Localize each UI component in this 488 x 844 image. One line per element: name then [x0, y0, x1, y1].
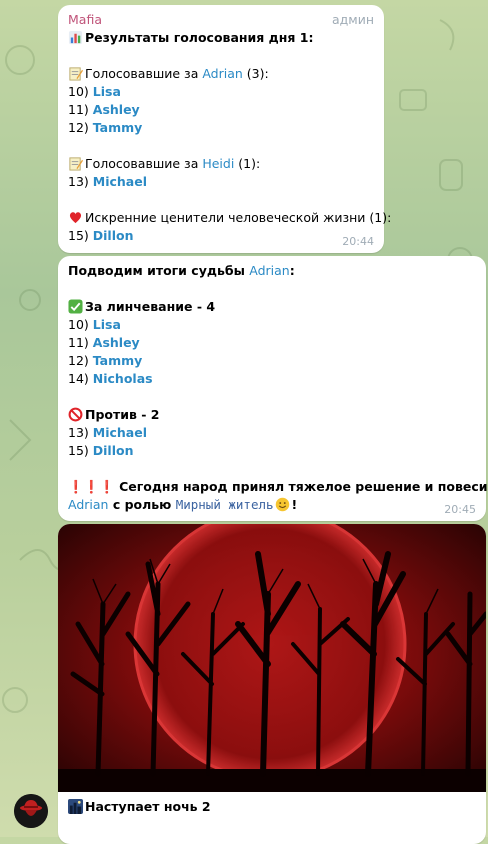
role-code: Мирный житель — [175, 497, 274, 512]
user-link-lisa[interactable]: Lisa — [93, 84, 121, 99]
user-link-heidi[interactable]: Heidi — [202, 156, 234, 171]
user-link-lisa[interactable]: Lisa — [93, 317, 121, 332]
user-link-ashley[interactable]: Ashley — [93, 102, 140, 117]
bar-chart-icon — [68, 30, 83, 45]
user-link-adrian[interactable]: Adrian — [68, 497, 108, 512]
voting-title: Результаты голосования дня 1: — [85, 30, 314, 45]
red-heart-icon — [69, 212, 82, 224]
message-time: 20:45 — [444, 503, 476, 516]
user-link-dillon[interactable]: Dillon — [93, 443, 134, 458]
smile-icon — [275, 497, 289, 512]
user-link-michael[interactable]: Michael — [93, 425, 147, 440]
memo-icon — [69, 67, 83, 81]
user-link-ashley[interactable]: Ashley — [93, 335, 140, 350]
check-mark-icon — [68, 299, 83, 314]
night-city-icon — [68, 799, 83, 814]
sender-name[interactable]: Mafia — [68, 12, 102, 27]
memo-icon — [69, 157, 83, 171]
user-link-tammy[interactable]: Tammy — [93, 353, 143, 368]
night-caption: Наступает ночь 2 — [85, 799, 211, 814]
user-link-dillon[interactable]: Dillon — [93, 228, 134, 243]
user-link-adrian[interactable]: Adrian — [249, 263, 289, 278]
avatar[interactable] — [14, 794, 48, 828]
message-bubble-verdict[interactable]: Подводим итоги судьбы Adrian: За линчева… — [58, 256, 488, 521]
message-bubble-night-image[interactable]: Наступает ночь 2 — [58, 524, 486, 844]
message-bubble-voting-results[interactable]: Mafia админ Результаты голосования дня 1… — [58, 5, 391, 253]
blood-moon-forest-image[interactable] — [58, 524, 486, 792]
exclamation-icon: ❗❗❗ — [68, 479, 115, 494]
mafia-hat-icon — [14, 794, 48, 828]
user-link-tammy[interactable]: Tammy — [93, 120, 143, 135]
user-link-nicholas[interactable]: Nicholas — [93, 371, 153, 386]
admin-badge: админ — [331, 12, 374, 27]
user-link-adrian[interactable]: Adrian — [202, 66, 242, 81]
user-link-michael[interactable]: Michael — [93, 174, 147, 189]
prohibited-icon — [68, 407, 83, 422]
message-time: 20:44 — [342, 235, 374, 248]
